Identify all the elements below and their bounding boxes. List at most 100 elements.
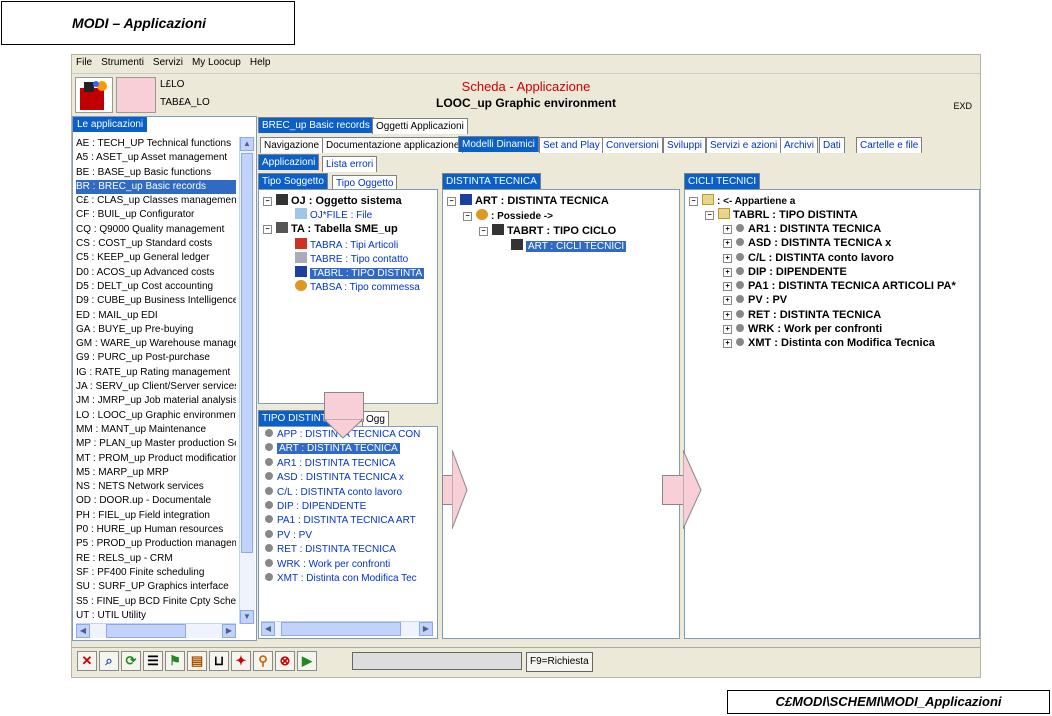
tree-node-tabrl[interactable]: − TABRL : TIPO DISTINTA xyxy=(705,208,858,221)
tab-tipo-soggetto[interactable]: Tipo Soggetto xyxy=(258,173,328,189)
application-list-item[interactable]: SU : SURF_UP Graphics interface xyxy=(76,580,236,594)
refresh-icon[interactable]: ⟳ xyxy=(121,651,141,671)
tab-modelli-dinamici[interactable]: Modelli Dinamici xyxy=(458,136,539,152)
cicli-tree-item[interactable]: + PA1 : DISTINTA TECNICA ARTICOLI PA* xyxy=(723,280,956,294)
cicli-tree-item[interactable]: + ASD : DISTINTA TECNICA x xyxy=(723,237,956,251)
tipo-distinta-item[interactable]: AR1 : DISTINTA TECNICA xyxy=(265,457,420,472)
cicli-tree-item[interactable]: + PV : PV xyxy=(723,294,956,308)
scroll-thumb[interactable] xyxy=(106,624,186,638)
tipo-distinta-horizontal-scrollbar[interactable]: ◀ ▶ xyxy=(261,621,433,636)
expand-icon[interactable]: + xyxy=(723,282,732,292)
command-input[interactable] xyxy=(352,652,522,670)
tree-node-tabre[interactable]: TABRE : Tipo contatto xyxy=(295,252,408,265)
application-list-item[interactable]: D0 : ACOS_up Advanced costs xyxy=(76,266,236,280)
cicli-tree-item[interactable]: + AR1 : DISTINTA TECNICA xyxy=(723,223,956,237)
expand-icon[interactable]: + xyxy=(723,253,732,263)
application-list-item[interactable]: JA : SERV_up Client/Server services xyxy=(76,380,236,394)
menu-servizi[interactable]: Servizi xyxy=(149,55,188,68)
menu-my-loocup[interactable]: My Loocup xyxy=(188,55,246,68)
scroll-right-icon[interactable]: ▶ xyxy=(419,622,433,636)
menu-help[interactable]: Help xyxy=(246,55,276,68)
tipo-distinta-item[interactable]: WRK : Work per confronti xyxy=(265,558,420,573)
search-icon[interactable]: ⌕ xyxy=(99,651,119,671)
cicli-tree-item[interactable]: + DIP : DIPENDENTE xyxy=(723,266,956,280)
application-list-item[interactable]: ED : MAIL_up EDI xyxy=(76,309,236,323)
application-list-item[interactable]: SF : PF400 Finite scheduling xyxy=(76,566,236,580)
application-list-item[interactable]: GA : BUYE_up Pre-buying xyxy=(76,323,236,337)
collapse-icon[interactable]: − xyxy=(689,197,698,206)
scroll-left-icon[interactable]: ◀ xyxy=(76,624,90,638)
tree-node-ojfile[interactable]: OJ*FILE : File xyxy=(295,208,372,221)
application-list-item[interactable]: JM : JMRP_up Job material analysis xyxy=(76,394,236,408)
cart-icon[interactable]: ⊔ xyxy=(209,651,229,671)
cicli-tree-item[interactable]: + WRK : Work per confronti xyxy=(723,323,956,337)
pointer-icon[interactable]: ✦ xyxy=(231,651,251,671)
tree-node-art[interactable]: − ART : DISTINTA TECNICA xyxy=(447,194,609,207)
expand-icon[interactable]: + xyxy=(723,225,732,234)
tipo-distinta-item[interactable]: XMT : Distinta con Modifica Tec xyxy=(265,572,420,587)
application-list-item[interactable]: CS : COST_up Standard costs xyxy=(76,237,236,251)
flag-icon[interactable]: ⚑ xyxy=(165,651,185,671)
zoom-icon[interactable]: ⚲ xyxy=(253,651,273,671)
collapse-icon[interactable]: − xyxy=(463,212,472,221)
expand-icon[interactable]: + xyxy=(723,310,732,320)
scroll-left-icon[interactable]: ◀ xyxy=(261,622,275,636)
scroll-thumb[interactable] xyxy=(241,153,253,553)
cicli-tree-item[interactable]: + XMT : Distinta con Modifica Tecnica xyxy=(723,337,956,351)
tipo-distinta-item[interactable]: RET : DISTINTA TECNICA xyxy=(265,544,420,558)
tab-cicli-tecnici[interactable]: CICLI TECNICI xyxy=(684,173,761,189)
tab-applicazioni[interactable]: Applicazioni xyxy=(258,154,320,170)
tab-conversioni[interactable]: Conversioni xyxy=(602,137,663,153)
application-list-item[interactable]: IG : RATE_up Rating management xyxy=(76,366,236,380)
tree-node-tabra[interactable]: TABRA : Tipi Articoli xyxy=(295,238,398,251)
application-list-item[interactable]: PH : FIEL_up Field integration xyxy=(76,509,236,523)
cicli-tree-item[interactable]: + C/L : DISTINTA conto lavoro xyxy=(723,252,956,266)
scroll-thumb[interactable] xyxy=(281,622,401,636)
application-list-item[interactable]: MT : PROM_up Product modification xyxy=(76,452,236,466)
application-list-item[interactable]: P0 : HURE_up Human resources xyxy=(76,523,236,537)
tipo-distinta-item[interactable]: DIP : DIPENDENTE xyxy=(265,500,420,515)
tree-node-tabrl[interactable]: TABRL : TIPO DISTINTA xyxy=(295,266,425,279)
tipo-distinta-item[interactable]: PV : PV xyxy=(265,529,420,544)
application-list-item[interactable]: D5 : DELT_up Cost accounting xyxy=(76,280,236,294)
collapse-icon[interactable]: − xyxy=(263,197,272,206)
expand-icon[interactable]: + xyxy=(723,239,732,249)
stop-icon[interactable]: ⊗ xyxy=(275,651,295,671)
collapse-icon[interactable]: − xyxy=(705,211,714,220)
tab-lista-errori[interactable]: Lista errori xyxy=(322,156,378,172)
expand-icon[interactable]: + xyxy=(723,325,732,335)
tree-node-possiede[interactable]: −: Possiede -> xyxy=(463,209,553,222)
collapse-icon[interactable]: − xyxy=(447,197,456,206)
close-icon[interactable]: ✕ xyxy=(77,651,97,671)
tipo-distinta-item[interactable]: ART : DISTINTA TECNICA xyxy=(265,443,420,457)
application-list-item[interactable]: LO : LOOC_up Graphic environment xyxy=(76,409,236,423)
application-list-item[interactable]: GM : WARE_up Warehouse manage xyxy=(76,337,236,351)
application-list-item[interactable]: CF : BUIL_up Configurator xyxy=(76,208,236,222)
menu-strumenti[interactable]: Strumenti xyxy=(97,55,149,68)
application-list-item[interactable]: P5 : PROD_up Production managem xyxy=(76,537,236,551)
list-icon[interactable]: ☰ xyxy=(143,651,163,671)
tree-node-oj[interactable]: − OJ : Oggetto sistema xyxy=(263,194,402,207)
expand-icon[interactable]: + xyxy=(723,267,732,277)
application-list-item[interactable]: BR : BREC_up Basic records xyxy=(76,179,236,195)
tab-dati[interactable]: Dati xyxy=(819,137,845,153)
scroll-right-icon[interactable]: ▶ xyxy=(222,624,236,638)
application-list-item[interactable]: CQ : Q9000 Quality management xyxy=(76,223,236,237)
tab-brec-up[interactable]: BREC_up Basic records xyxy=(258,117,374,133)
tab-documentazione[interactable]: Documentazione applicazione xyxy=(322,137,464,153)
exd-label[interactable]: EXD xyxy=(953,101,972,111)
tab-navigazione[interactable]: Navigazione xyxy=(260,137,324,153)
application-list-item[interactable]: MM : MANT_up Maintenance xyxy=(76,423,236,437)
tab-archivi[interactable]: Archivi xyxy=(780,137,819,153)
collapse-icon[interactable]: − xyxy=(479,227,488,236)
menu-file[interactable]: File xyxy=(72,55,97,68)
tab-set-and-play[interactable]: Set and Play xyxy=(539,137,604,153)
application-list-item[interactable]: MP : PLAN_up Master production Sc xyxy=(76,437,236,451)
application-list-item[interactable]: RE : RELS_up - CRM xyxy=(76,552,236,566)
application-list-item[interactable]: C5 : KEEP_up General ledger xyxy=(76,251,236,265)
scroll-down-icon[interactable]: ▼ xyxy=(240,610,254,624)
application-list-item[interactable]: UT : UTIL Utility xyxy=(76,609,236,623)
tree-node-tabsa[interactable]: TABSA : Tipo commessa xyxy=(295,280,420,293)
cicli-tree-item[interactable]: + RET : DISTINTA TECNICA xyxy=(723,309,956,323)
tree-node-ta[interactable]: − TA : Tabella SME_up xyxy=(263,222,398,235)
